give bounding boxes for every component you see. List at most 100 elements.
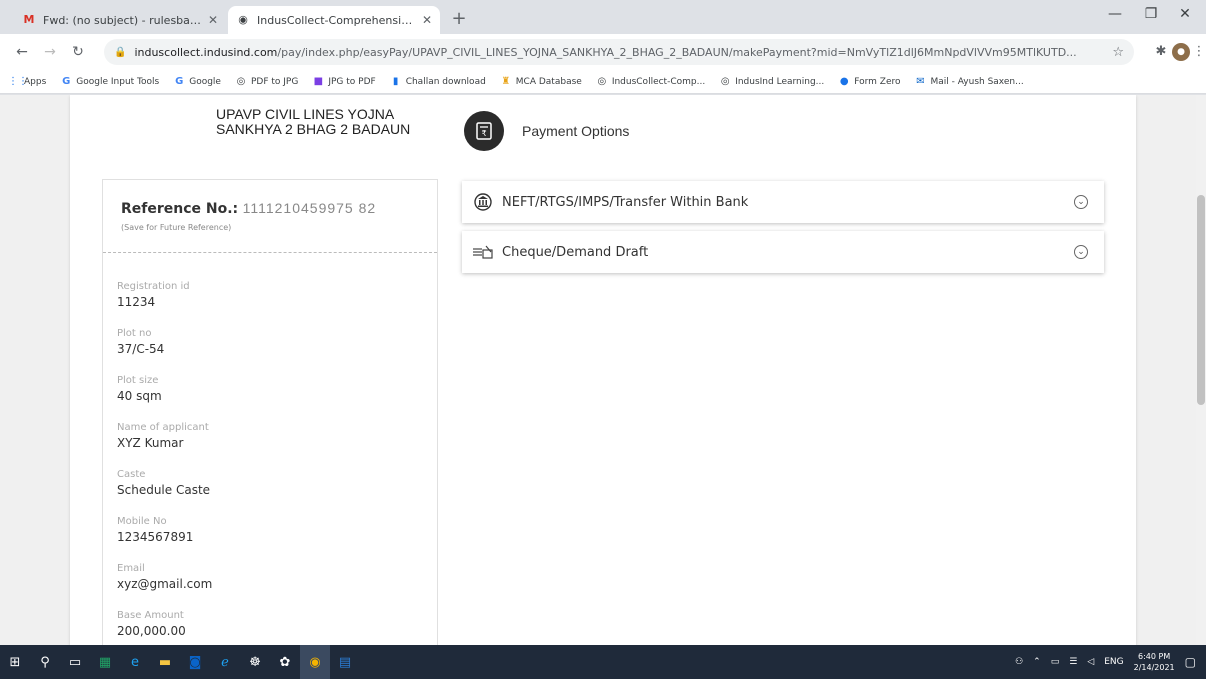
payment-options-icon: ₹ xyxy=(464,111,504,151)
org-name: UPAVP CIVIL LINES YOJNA SANKHYA 2 BHAG 2… xyxy=(216,106,411,137)
chrome-icon[interactable]: ◉ xyxy=(300,645,330,679)
field-email: Email xyz@gmail.com xyxy=(117,563,213,591)
menu-kebab-icon[interactable]: ⋮ xyxy=(1190,43,1206,61)
bookmark-star-icon[interactable]: ☆ xyxy=(1112,45,1124,60)
payment-options-header: ₹ Payment Options xyxy=(464,111,629,151)
globe-icon: ◎ xyxy=(720,75,730,87)
bookmark-pdf-to-jpg[interactable]: ◎ PDF to JPG xyxy=(235,75,299,88)
bookmark-mail[interactable]: ✉ Mail - Ayush Saxen... xyxy=(915,75,1023,88)
tab-gmail[interactable]: M Fwd: (no subject) - rulesbalensi... ✕ xyxy=(14,6,226,34)
field-base-amount: Base Amount 200,000.00 xyxy=(117,610,186,638)
scrollbar-thumb[interactable] xyxy=(1197,195,1205,405)
divider xyxy=(103,252,437,253)
bookmark-form-zero[interactable]: ● Form Zero xyxy=(838,75,901,88)
bookmark-apps[interactable]: ⋮⋮ Apps xyxy=(8,76,46,88)
url-domain: induscollect.indusind.com xyxy=(134,45,278,59)
word-icon[interactable]: ▤ xyxy=(330,645,360,679)
address-bar[interactable]: 🔒 induscollect.indusind.com /pay/index.p… xyxy=(104,39,1134,65)
reference-row: Reference No.: 1111210459975 82 xyxy=(121,200,376,217)
tray-expand-icon[interactable]: ⌃ xyxy=(1033,657,1041,667)
app-icon[interactable]: ☸ xyxy=(240,645,270,679)
page-viewport: UPAVP CIVIL LINES YOJNA SANKHYA 2 BHAG 2… xyxy=(0,95,1206,645)
field-plot-size: Plot size 40 sqm xyxy=(117,375,162,403)
field-mobile: Mobile No 1234567891 xyxy=(117,516,194,544)
close-tab-icon[interactable]: ✕ xyxy=(422,13,432,27)
back-icon[interactable]: ← xyxy=(12,42,32,62)
extension-icon[interactable]: ✱ xyxy=(1152,43,1170,61)
google-icon: G xyxy=(175,75,184,87)
page-scrollbar[interactable] xyxy=(1196,95,1206,645)
clock[interactable]: 6:40 PM 2/14/2021 xyxy=(1134,651,1175,673)
reference-panel: Reference No.: 1111210459975 82 (Save fo… xyxy=(102,179,438,645)
svg-text:₹: ₹ xyxy=(481,129,486,138)
reference-label: Reference No.: xyxy=(121,201,239,217)
task-view-icon[interactable]: ▭ xyxy=(60,645,90,679)
field-applicant-name: Name of applicant XYZ Kumar xyxy=(117,422,209,450)
bookmark-mca-database[interactable]: ♜ MCA Database xyxy=(500,76,582,88)
option-cheque-dd[interactable]: Cheque/Demand Draft ⌄ xyxy=(462,231,1104,273)
induscollect-icon: ◉ xyxy=(238,13,248,26)
payment-options-title: Payment Options xyxy=(522,123,630,139)
profile-avatar[interactable]: ● xyxy=(1172,43,1190,61)
tab-title: Fwd: (no subject) - rulesbalensi... xyxy=(43,13,202,27)
mail-icon: ✉ xyxy=(916,75,925,87)
system-tray: ⚇ ⌃ ▭ ☰ ◁ ENG 6:40 PM 2/14/2021 ▢ xyxy=(1005,645,1196,679)
battery-icon: ▭ xyxy=(1050,657,1060,667)
browser-toolbar: ← → ↻ 🔒 induscollect.indusind.com /pay/i… xyxy=(0,34,1206,70)
details-list: Registration id 11234 Plot no 37/C-54 Plot… xyxy=(117,280,212,645)
bookmark-indusind-learning[interactable]: ◎ IndusInd Learning... xyxy=(719,76,824,88)
close-tab-icon[interactable]: ✕ xyxy=(208,13,218,27)
chevron-down-icon: ⌄ xyxy=(1074,195,1088,209)
bookmark-induscollect[interactable]: ◎ IndusCollect-Comp... xyxy=(596,76,705,88)
outlook-icon[interactable]: ◙ xyxy=(180,645,210,679)
globe-icon: ◎ xyxy=(236,75,246,87)
network-icon: ☰ xyxy=(1069,657,1078,667)
bank-icon xyxy=(472,191,494,213)
bookmarks-bar: ⋮⋮ Apps G Google Input Tools G Google ◎ PDF … xyxy=(0,70,1206,94)
cheque-icon xyxy=(472,241,494,263)
language-indicator[interactable]: ENG xyxy=(1104,657,1123,667)
chevron-down-icon: ⌄ xyxy=(1074,245,1088,259)
jpg-pdf-icon: ■ xyxy=(313,75,324,87)
field-registration-id: Registration id 11234 xyxy=(117,281,190,309)
search-icon[interactable]: ⚲ xyxy=(30,645,60,679)
bookmark-challan-download[interactable]: ▮ Challan download xyxy=(390,76,486,88)
mca-icon: ♜ xyxy=(501,75,511,87)
windows-taskbar: ⊞ ⚲ ▭ ▦ e ▬ ◙ ℯ ☸ ✿ ◉ ▤ ⚇ ⌃ ▭ ☰ ◁ ENG 6:… xyxy=(0,645,1206,679)
google-icon: G xyxy=(62,75,71,87)
option-neft-rtgs-imps[interactable]: NEFT/RTGS/IMPS/Transfer Within Bank ⌄ xyxy=(462,181,1104,223)
option-label: NEFT/RTGS/IMPS/Transfer Within Bank xyxy=(502,194,749,210)
ie-icon[interactable]: e xyxy=(120,645,150,679)
app-icon-2[interactable]: ✿ xyxy=(270,645,300,679)
reload-icon[interactable]: ↻ xyxy=(68,42,88,62)
people-icon[interactable]: ⚇ xyxy=(1015,657,1023,667)
bookmark-google[interactable]: G Google xyxy=(173,76,221,88)
tab-induscollect[interactable]: ◉ IndusCollect-Comprehensive Co... ✕ xyxy=(228,6,440,34)
file-explorer-icon[interactable]: ▬ xyxy=(150,645,180,679)
lock-icon: 🔒 xyxy=(114,46,127,58)
new-tab-button[interactable]: + xyxy=(448,8,470,30)
doc-icon: ▮ xyxy=(392,75,399,87)
circle-icon: ● xyxy=(839,75,849,87)
reference-value: 1111210459975 82 xyxy=(242,200,377,216)
edge-icon[interactable]: ℯ xyxy=(210,645,240,679)
excel-icon[interactable]: ▦ xyxy=(90,645,120,679)
reference-note: (Save for Future Reference) xyxy=(121,223,232,232)
windows-start-icon[interactable]: ⊞ xyxy=(0,645,30,679)
browser-tab-strip: M Fwd: (no subject) - rulesbalensi... ✕ … xyxy=(0,0,1206,34)
field-plot-no: Plot no 37/C-54 xyxy=(117,328,165,356)
tab-title: IndusCollect-Comprehensive Co... xyxy=(257,13,416,27)
gmail-icon: M xyxy=(23,13,35,26)
payment-card: UPAVP CIVIL LINES YOJNA SANKHYA 2 BHAG 2… xyxy=(70,95,1136,645)
minimize-icon[interactable]: — xyxy=(1100,6,1130,22)
forward-icon[interactable]: → xyxy=(40,42,60,62)
bookmark-google-input-tools[interactable]: G Google Input Tools xyxy=(60,76,159,88)
globe-icon: ◎ xyxy=(597,75,607,87)
field-caste: Caste Schedule Caste xyxy=(117,469,211,497)
bookmark-jpg-to-pdf[interactable]: ■ JPG to PDF xyxy=(312,75,376,88)
apps-grid-icon: ⋮⋮ xyxy=(8,75,28,87)
notification-icon[interactable]: ▢ xyxy=(1185,655,1196,669)
volume-icon[interactable]: ◁ xyxy=(1087,657,1094,667)
maximize-icon[interactable]: ❐ xyxy=(1136,6,1166,22)
close-window-icon[interactable]: ✕ xyxy=(1170,6,1200,22)
